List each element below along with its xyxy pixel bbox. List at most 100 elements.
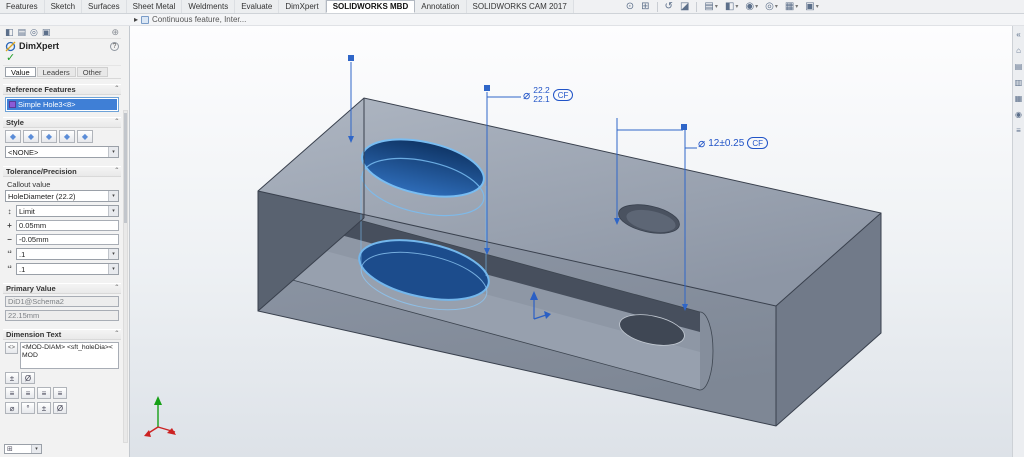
view-palette-icon[interactable]: ▦ [1015,94,1023,103]
graphics-viewport[interactable]: ⌀ 22.2 22.1 CF ⌀ 12±0.25 CF [130,26,1012,457]
style-apply-default-icon[interactable]: ◆ [5,130,21,143]
dimxpert-manager-tab-icon[interactable]: ▣ [42,27,51,38]
display-style-icon[interactable]: ◧▾ [723,1,740,13]
tab-annotation[interactable]: Annotation [415,0,466,13]
limit-dimension-callout[interactable]: ⌀ 22.2 22.1 CF [523,86,573,104]
tab-evaluate[interactable]: Evaluate [235,0,279,13]
add-plusminus-button[interactable]: ± [5,372,19,384]
property-manager-tab-icon[interactable]: ▤ [18,27,27,38]
view-orientation-icon[interactable]: ▤▾ [702,1,719,13]
panel-filter-dropdown[interactable]: ⊞ ▾ [4,444,42,454]
dropdown-arrow-icon[interactable]: ▾ [108,191,118,201]
dropdown-arrow-icon[interactable]: ▾ [108,147,118,157]
section-reference-features[interactable]: Reference Features ˆ [3,84,121,95]
tab-weldments[interactable]: Weldments [182,0,235,13]
tolerance-dimension-callout[interactable]: ⌀ 12±0.25 CF [698,137,768,149]
style-update-icon[interactable]: ◆ [41,130,57,143]
scrollbar-thumb[interactable] [124,113,127,223]
zoom-area-icon[interactable]: ⊞ [639,1,651,13]
symbol-diameter-button[interactable]: ⌀ [5,402,19,414]
appearances-icon[interactable]: ◉ [1015,110,1022,119]
resources-icon[interactable]: ⌂ [1016,46,1021,55]
panel-scrollbar[interactable] [123,110,128,443]
tab-value[interactable]: Value [5,67,36,77]
style-dropdown-value: <NONE> [8,148,108,157]
tab-solidworks-mbd[interactable]: SOLIDWORKS MBD [326,0,416,13]
flyout-arrow-icon[interactable]: ▸ [134,15,138,24]
callout-value-dropdown[interactable]: HoleDiameter (22.2) ▾ [5,190,119,202]
symbol-degree-button[interactable]: ° [21,402,35,414]
chevron-up-icon[interactable]: ˆ [115,330,118,339]
symbol-more-button[interactable]: Ø [53,402,67,414]
hide-show-items-icon[interactable]: ◉▾ [743,1,760,13]
section-primary-value[interactable]: Primary Value ˆ [3,283,121,294]
apply-scene-icon[interactable]: ▦▾ [783,1,800,13]
tab-sheet-metal[interactable]: Sheet Metal [127,0,183,13]
help-icon[interactable]: ? [110,42,119,51]
collapse-pane-icon[interactable]: « [1016,30,1020,39]
tab-dimxpert[interactable]: DimXpert [279,0,325,13]
view-settings-icon[interactable]: ▣▾ [803,1,820,13]
previous-view-icon[interactable]: ↺ [663,1,675,13]
chevron-up-icon[interactable]: ˆ [115,85,118,94]
chevron-up-icon[interactable]: ˆ [115,284,118,293]
style-load-icon[interactable]: ◆ [77,130,93,143]
feature-manager-tab-icon[interactable]: ◧ [5,27,14,38]
section-tolerance-precision[interactable]: Tolerance/Precision ˆ [3,166,121,177]
tab-sketch[interactable]: Sketch [45,0,82,13]
dimension-text-area[interactable]: <MOD-DIAM> <sft_holeDia><MOD [20,342,119,369]
tolerance-precision-dropdown[interactable]: .1 ▾ [16,263,119,275]
justify-center-button[interactable]: ≡ [21,387,35,399]
design-library-icon[interactable]: ▤ [1015,62,1023,71]
primary-value-field[interactable]: 22.15mm [5,310,119,321]
chevron-up-icon[interactable]: ˆ [115,167,118,176]
section-dimension-text[interactable]: Dimension Text ˆ [3,329,121,340]
justify-left-button[interactable]: ≡ [5,387,19,399]
justify-full-button[interactable]: ≡ [53,387,67,399]
style-add-icon[interactable]: ◆ [23,130,39,143]
symbol-plusminus-button[interactable]: ± [37,402,51,414]
file-explorer-icon[interactable]: ▥ [1015,78,1023,87]
edit-appearance-icon[interactable]: ◎▾ [763,1,780,13]
dropdown-arrow-icon[interactable]: ▾ [108,249,118,259]
continuous-feature-badge[interactable]: CF [747,137,768,149]
origin-triad-icon [144,396,176,437]
unit-precision-dropdown[interactable]: .1 ▾ [16,248,119,260]
callout-value: HoleDiameter (22.2) [8,192,108,201]
dropdown-arrow-icon[interactable]: ▾ [108,206,118,216]
dropdown-arrow-icon[interactable]: ▾ [108,264,118,274]
min-variation-field[interactable]: -0.05mm [16,234,119,245]
configuration-manager-tab-icon[interactable]: ◎ [30,27,38,38]
tolerance-precision-value: .1 [19,265,108,274]
dimension-text-variables-icon[interactable]: <> [5,342,18,354]
tab-other[interactable]: Other [77,67,108,77]
style-save-icon[interactable]: ◆ [59,130,75,143]
dropdown-arrow-icon[interactable]: ▾ [31,445,41,453]
continuous-feature-badge[interactable]: CF [553,89,574,101]
section-style[interactable]: Style ˆ [3,117,121,128]
tolerance-type-dropdown[interactable]: Limit ▾ [16,205,119,217]
breadcrumb[interactable]: ▸ Continuous feature, Inter... [134,15,246,24]
tab-solidworks-cam[interactable]: SOLIDWORKS CAM 2017 [467,0,574,13]
list-item-selected[interactable]: Simple Hole3<8> [7,99,117,110]
dimension-name-field[interactable]: DiD1@Schema2 [5,296,119,307]
section-view-icon[interactable]: ◪ [678,1,691,13]
justify-right-button[interactable]: ≡ [37,387,51,399]
tab-features[interactable]: Features [0,0,45,13]
minus-tolerance-icon: − [5,235,14,244]
tab-leaders[interactable]: Leaders [37,67,76,77]
custom-properties-icon[interactable]: ≡ [1016,126,1021,135]
tab-surfaces[interactable]: Surfaces [82,0,127,13]
add-diameter-button[interactable]: Ø [21,372,35,384]
plus-tolerance-icon: + [5,221,14,230]
caret-down-icon: ▾ [816,3,819,10]
reference-features-listbox[interactable]: Simple Hole3<8> [5,97,119,112]
dimension-text-buttons-row2: ≡ ≡ ≡ ≡ [5,387,119,399]
max-variation-field[interactable]: 0.05mm [16,220,119,231]
pushpin-icon[interactable]: ⊕ [111,27,119,38]
style-dropdown[interactable]: <NONE> ▾ [5,146,119,158]
chevron-up-icon[interactable]: ˆ [115,118,118,127]
caret-down-icon: ▾ [755,3,758,10]
zoom-fit-icon[interactable]: ⊙ [624,1,636,13]
ok-check-icon[interactable]: ✓ [3,53,121,65]
